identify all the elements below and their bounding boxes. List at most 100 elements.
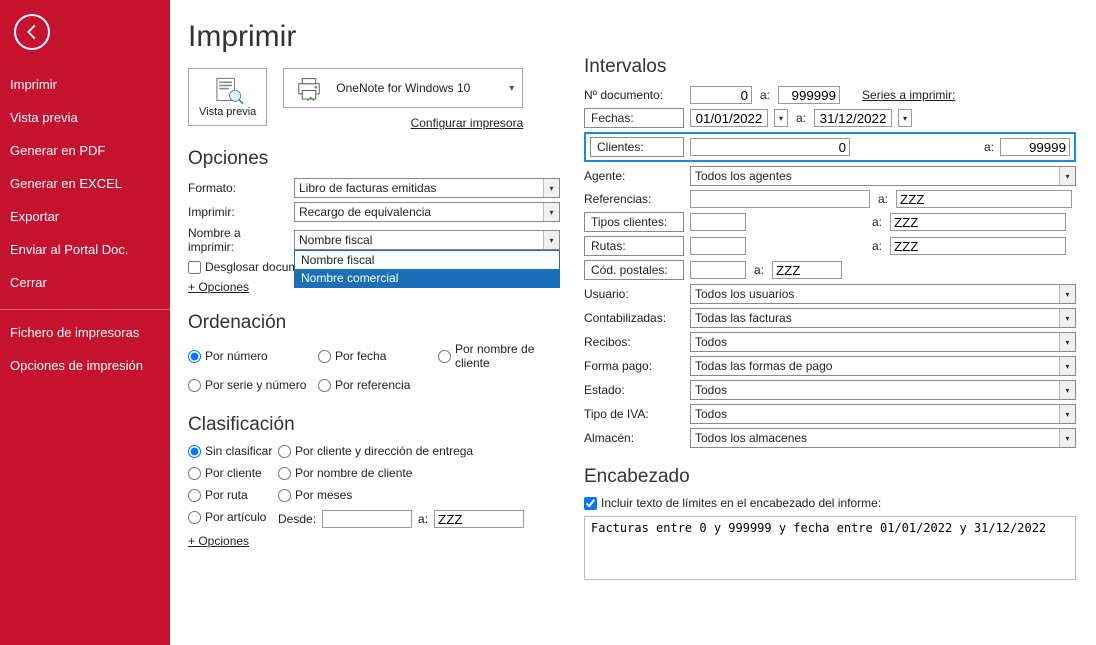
ndoc-to-input[interactable] (778, 86, 840, 104)
contab-label: Contabilizadas: (584, 311, 684, 325)
cls-a-input[interactable] (434, 510, 524, 528)
chevron-down-icon: ▾ (543, 203, 559, 221)
sidebar-item-cerrar[interactable]: Cerrar (0, 266, 170, 299)
tipoiva-dropdown[interactable]: Todos ▾ (690, 404, 1076, 424)
sidebar-item-imprimir[interactable]: Imprimir (0, 68, 170, 101)
left-column: Imprimir Vista previa (188, 14, 560, 631)
clientes-button[interactable]: Clientes: (590, 137, 684, 157)
sidebar-item-excel[interactable]: Generar en EXCEL (0, 167, 170, 200)
imprimir-dropdown[interactable]: Recargo de equivalencia ▾ (294, 202, 560, 222)
series-link[interactable]: Series a imprimir: (862, 88, 955, 102)
a-label: a: (878, 192, 888, 206)
cls-radio-articulo[interactable] (188, 511, 201, 524)
chevron-down-icon: ▾ (1059, 405, 1075, 423)
clientes-from-input[interactable] (690, 138, 850, 156)
almacen-dropdown[interactable]: Todos los almacenes ▾ (690, 428, 1076, 448)
fecha-from-input[interactable] (690, 109, 768, 127)
cod-from-input[interactable] (690, 261, 746, 279)
ord-radio-nombre[interactable] (438, 350, 451, 363)
chevron-down-icon: ▾ (1059, 381, 1075, 399)
tipos-from-input[interactable] (690, 213, 746, 231)
vista-previa-button[interactable]: Vista previa (188, 68, 267, 126)
page-title: Imprimir (188, 20, 560, 54)
recibos-dropdown[interactable]: Todos ▾ (690, 332, 1076, 352)
cls-radio-meses[interactable] (278, 489, 291, 502)
usuario-dropdown[interactable]: Todos los usuarios ▾ (690, 284, 1076, 304)
chevron-down-icon: ▾ (1059, 285, 1075, 303)
cls-label-sinclasificar: Sin clasificar (205, 444, 272, 458)
clientes-to-input[interactable] (1000, 138, 1070, 156)
rutas-button[interactable]: Rutas: (584, 236, 684, 256)
a-label: a: (872, 239, 882, 253)
main-panel: Imprimir Vista previa (170, 0, 1096, 645)
cls-label-nombre: Por nombre de cliente (295, 466, 412, 480)
a-label: a: (760, 88, 770, 102)
cls-radio-cliente[interactable] (188, 467, 201, 480)
imprimir-value: Recargo de equivalencia (299, 205, 431, 219)
cls-radio-cliente-direccion[interactable] (278, 445, 291, 458)
printer-selector[interactable]: OneNote for Windows 10 ▾ (283, 68, 523, 108)
ord-label-nombre: Por nombre de cliente (455, 342, 560, 370)
sidebar: Imprimir Vista previa Generar en PDF Gen… (0, 0, 170, 645)
clientes-highlight: Clientes: a: (584, 132, 1076, 162)
encabezado-textarea[interactable] (584, 516, 1076, 580)
ndoc-label: Nº documento: (584, 88, 684, 102)
chevron-down-icon: ▾ (1059, 429, 1075, 447)
cls-label-cliente: Por cliente (205, 466, 262, 480)
agente-value: Todos los agentes (695, 169, 792, 183)
estado-dropdown[interactable]: Todos ▾ (690, 380, 1076, 400)
sidebar-item-fichero[interactable]: Fichero de impresoras (0, 316, 170, 349)
cls-radio-nombre[interactable] (278, 467, 291, 480)
contab-dropdown[interactable]: Todas las facturas ▾ (690, 308, 1076, 328)
contab-value: Todas las facturas (695, 311, 792, 325)
cls-radio-ruta[interactable] (188, 489, 201, 502)
ord-radio-fecha[interactable] (318, 350, 331, 363)
fecha-from-picker[interactable]: ▾ (774, 109, 788, 127)
rutas-from-input[interactable] (690, 237, 746, 255)
cls-desde-input[interactable] (322, 510, 412, 528)
cls-label-ruta: Por ruta (205, 488, 248, 502)
chevron-down-icon: ▾ (543, 231, 559, 249)
cls-label-cliente-direccion: Por cliente y dirección de entrega (295, 444, 473, 458)
chevron-down-icon: ▾ (509, 83, 514, 94)
sidebar-item-opciones-impresion[interactable]: Opciones de impresión (0, 349, 170, 382)
fecha-to-input[interactable] (814, 109, 892, 127)
incluir-checkbox[interactable] (584, 497, 597, 510)
ref-to-input[interactable] (896, 190, 1072, 208)
ord-radio-serie[interactable] (188, 379, 201, 392)
fechas-button[interactable]: Fechas: (584, 108, 684, 128)
fecha-to-picker[interactable]: ▾ (898, 109, 912, 127)
back-button[interactable] (14, 14, 50, 50)
desglosar-checkbox[interactable] (188, 261, 201, 274)
ord-radio-referencia[interactable] (318, 379, 331, 392)
nombre-option-fiscal[interactable]: Nombre fiscal (295, 251, 559, 269)
formato-dropdown[interactable]: Libro de facturas emitidas ▾ (294, 178, 560, 198)
configure-printer-link[interactable]: Configurar impresora (283, 116, 523, 130)
ref-from-input[interactable] (690, 190, 870, 208)
cod-to-input[interactable] (772, 261, 842, 279)
cls-radio-sinclasificar[interactable] (188, 445, 201, 458)
recibos-value: Todos (695, 335, 727, 349)
opciones-expand-link[interactable]: + Opciones (188, 280, 249, 294)
sidebar-item-pdf[interactable]: Generar en PDF (0, 134, 170, 167)
tipos-button[interactable]: Tipos clientes: (584, 212, 684, 232)
sidebar-item-vista-previa[interactable]: Vista previa (0, 101, 170, 134)
codpostales-button[interactable]: Cód. postales: (584, 260, 684, 280)
formato-label: Formato: (188, 181, 288, 195)
nombre-dropdown[interactable]: Nombre fiscal ▾ Nombre fiscal Nombre com… (294, 230, 560, 250)
forma-dropdown[interactable]: Todas las formas de pago ▾ (690, 356, 1076, 376)
usuario-label: Usuario: (584, 287, 684, 301)
rutas-to-input[interactable] (890, 237, 1066, 255)
clasificacion-expand-link[interactable]: + Opciones (188, 534, 249, 548)
almacen-value: Todos los almacenes (695, 431, 807, 445)
nombre-option-comercial[interactable]: Nombre comercial (295, 269, 559, 287)
ndoc-from-input[interactable] (690, 86, 752, 104)
sidebar-item-exportar[interactable]: Exportar (0, 200, 170, 233)
sidebar-divider (0, 309, 170, 310)
sidebar-item-portal[interactable]: Enviar al Portal Doc. (0, 233, 170, 266)
chevron-down-icon: ▾ (1059, 167, 1075, 185)
agente-dropdown[interactable]: Todos los agentes ▾ (690, 166, 1076, 186)
formato-value: Libro de facturas emitidas (299, 181, 436, 195)
ord-radio-numero[interactable] (188, 350, 201, 363)
tipos-to-input[interactable] (890, 213, 1066, 231)
